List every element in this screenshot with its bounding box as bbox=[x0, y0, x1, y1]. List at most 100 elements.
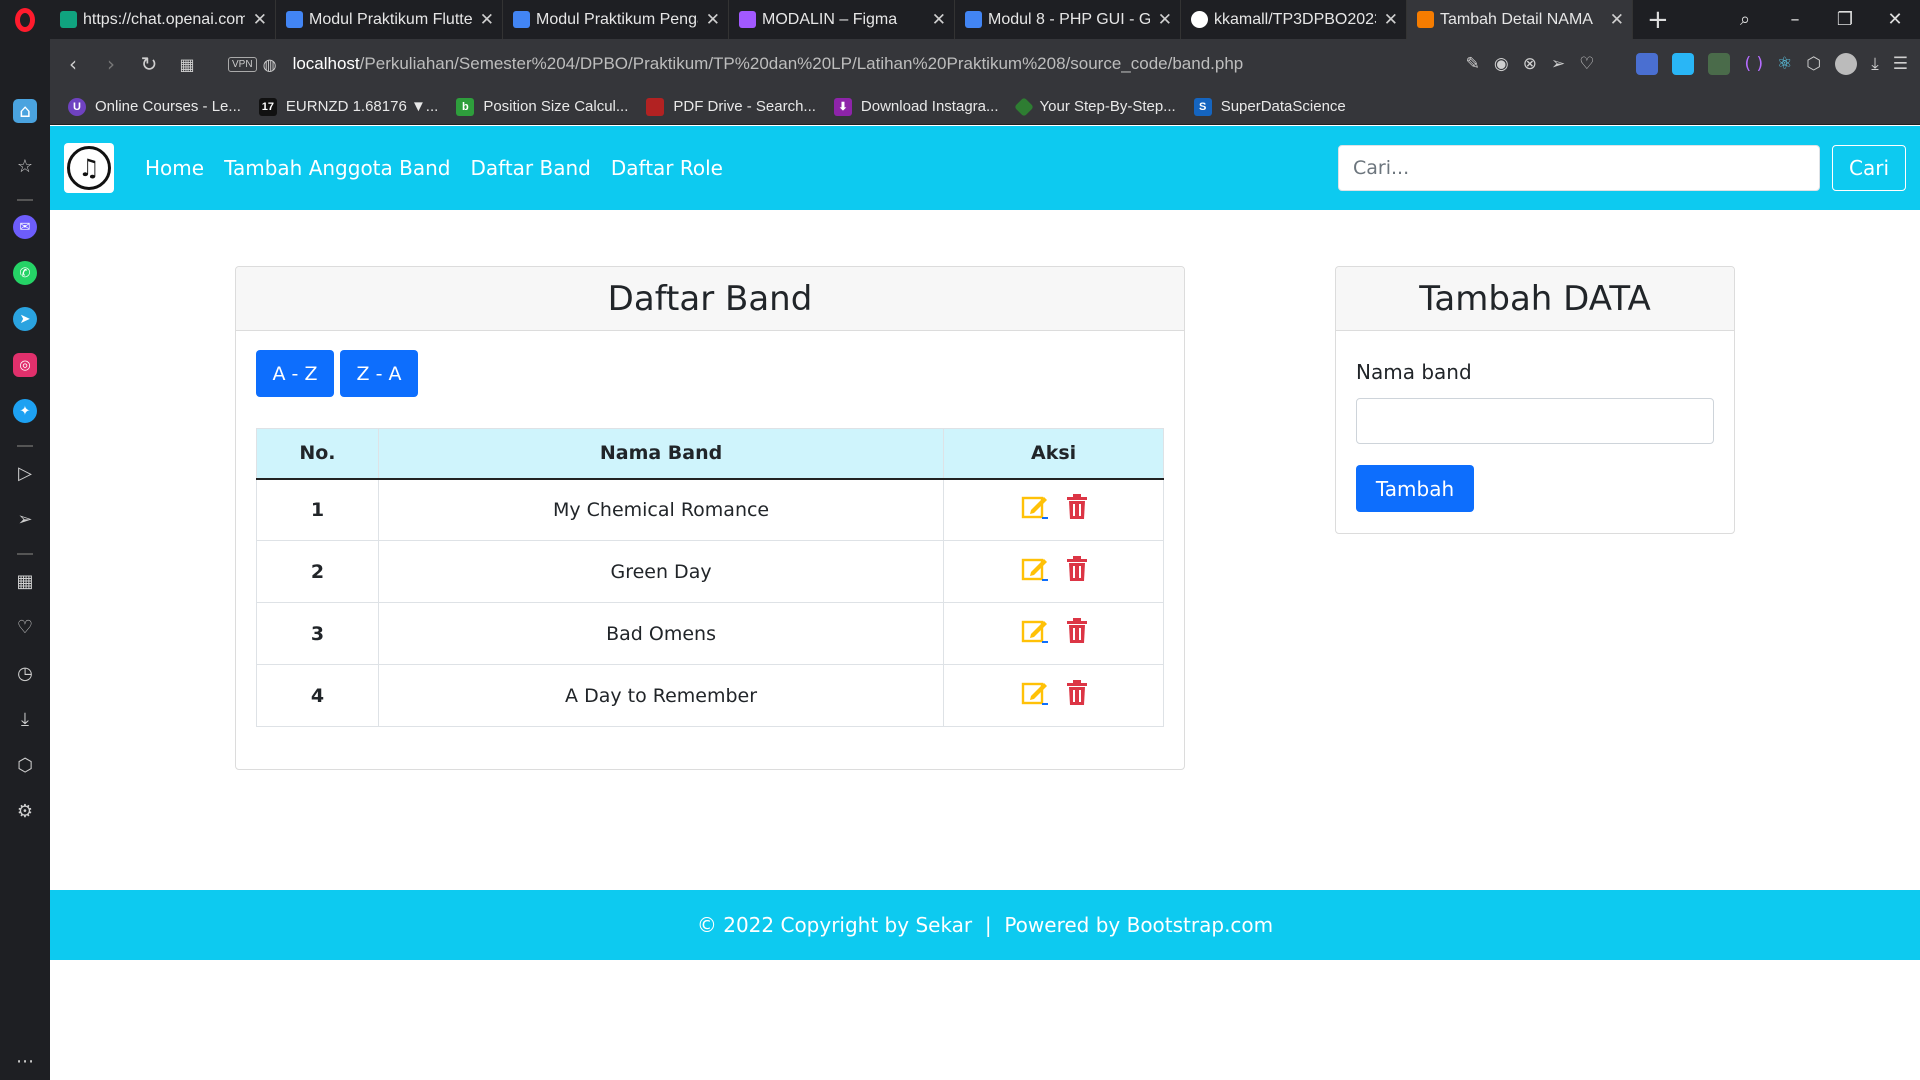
history-icon[interactable]: ◷ bbox=[13, 661, 37, 685]
nav-link-daftar-role[interactable]: Daftar Role bbox=[611, 156, 723, 180]
workspaces-icon[interactable]: ▦ bbox=[13, 569, 37, 593]
browser-tab[interactable]: MODALIN – Figma ✕ bbox=[729, 0, 955, 39]
new-tab-icon[interactable]: + bbox=[1647, 5, 1669, 35]
edit-page-icon[interactable]: ✎ bbox=[1466, 54, 1480, 74]
downloads-icon[interactable]: ⤓ bbox=[13, 707, 37, 731]
telegram-icon[interactable]: ➤ bbox=[13, 307, 37, 331]
close-tab-icon[interactable]: ✕ bbox=[1158, 10, 1172, 30]
bookmark-item[interactable]: S SuperDataScience bbox=[1193, 97, 1346, 116]
speed-dial-icon[interactable]: ☆ bbox=[13, 154, 37, 178]
close-tab-icon[interactable]: ✕ bbox=[706, 10, 720, 30]
reload-icon[interactable]: ↻ bbox=[130, 52, 168, 76]
profile-avatar[interactable] bbox=[1835, 53, 1858, 75]
bookmark-item[interactable]: ⬇ Download Instagra... bbox=[833, 97, 999, 116]
minimize-icon[interactable]: – bbox=[1770, 9, 1820, 30]
nav-links: Home Tambah Anggota Band Daftar Band Daf… bbox=[145, 126, 723, 210]
restore-icon[interactable]: ❐ bbox=[1820, 9, 1870, 30]
url-field[interactable]: localhost/Perkuliahan/Semester%204/DPBO/… bbox=[293, 54, 1244, 74]
address-bar: ‹ › ↻ ▦ VPN ◍ localhost/Perkuliahan/Seme… bbox=[50, 39, 1920, 89]
browser-tab[interactable]: Modul Praktikum Penga ✕ bbox=[503, 0, 729, 39]
band-name: Green Day bbox=[377, 540, 945, 603]
column-header-no: No. bbox=[256, 428, 379, 480]
translate-extension-icon[interactable] bbox=[1636, 53, 1659, 75]
favorite-icon[interactable]: ♡ bbox=[1579, 54, 1594, 74]
brackets-extension-icon[interactable]: ( ) bbox=[1744, 54, 1763, 74]
close-tab-icon[interactable]: ✕ bbox=[1610, 10, 1624, 30]
edit-icon[interactable] bbox=[1020, 493, 1050, 526]
browser-tab[interactable]: Modul Praktikum Flutter ✕ bbox=[276, 0, 503, 39]
sort-az-button[interactable]: A - Z bbox=[256, 350, 334, 397]
edit-icon[interactable] bbox=[1020, 555, 1050, 588]
image-extension-icon[interactable] bbox=[1708, 53, 1731, 75]
bookmark-item[interactable]: b Position Size Calcul... bbox=[456, 97, 628, 116]
trash-icon[interactable] bbox=[1066, 556, 1088, 587]
globe-icon: ◍ bbox=[262, 54, 277, 74]
sidebar-divider bbox=[17, 445, 33, 447]
player-icon[interactable]: ▷ bbox=[13, 461, 37, 485]
close-window-icon[interactable]: ✕ bbox=[1870, 9, 1920, 30]
edit-icon[interactable] bbox=[1020, 679, 1050, 712]
snapshot-icon[interactable]: ◉ bbox=[1494, 54, 1509, 74]
twitter-icon[interactable]: ✦ bbox=[13, 399, 37, 423]
browser-tab-bar: https://chat.openai.com ✕ Modul Praktiku… bbox=[0, 0, 1920, 39]
cube-extension-icon[interactable]: ⬡ bbox=[1806, 54, 1821, 74]
react-extension-icon[interactable]: ⚛ bbox=[1777, 54, 1792, 74]
tambah-button[interactable]: Tambah bbox=[1356, 465, 1474, 512]
browser-tab[interactable]: kkamall/TP3DPBO2023C ✕ bbox=[1181, 0, 1407, 39]
nav-link-daftar-band[interactable]: Daftar Band bbox=[470, 156, 590, 180]
bookmark-item[interactable]: Your Step-By-Step... bbox=[1013, 96, 1176, 117]
music-note-icon: ♫ bbox=[67, 146, 111, 190]
brand-logo[interactable]: ♫ bbox=[64, 143, 114, 193]
send-icon[interactable]: ➢ bbox=[1551, 54, 1565, 74]
vpn-badge[interactable]: VPN bbox=[228, 56, 257, 72]
adblock-icon[interactable]: ⊗ bbox=[1523, 54, 1537, 74]
tab-title: kkamall/TP3DPBO2023C bbox=[1214, 10, 1376, 28]
nav-link-tambah-anggota-band[interactable]: Tambah Anggota Band bbox=[224, 156, 450, 180]
figma-favicon-icon bbox=[739, 11, 756, 28]
bookmark-item[interactable]: U Online Courses - Le... bbox=[68, 97, 241, 116]
flow-icon[interactable]: ➢ bbox=[13, 507, 37, 531]
search-button[interactable]: Cari bbox=[1832, 145, 1906, 191]
close-tab-icon[interactable]: ✕ bbox=[480, 10, 494, 30]
pen-extension-icon[interactable] bbox=[1672, 53, 1695, 75]
download-instagram-icon: ⬇ bbox=[833, 97, 852, 116]
column-header-nama-band: Nama Band bbox=[377, 428, 945, 480]
home-icon[interactable]: ⌂ bbox=[13, 99, 37, 123]
extensions-icon[interactable]: ⬡ bbox=[13, 753, 37, 777]
bookmark-item[interactable]: 17 EURNZD 1.68176 ▼... bbox=[258, 97, 438, 116]
browser-tab[interactable]: https://chat.openai.com ✕ bbox=[50, 0, 276, 39]
download-icon[interactable]: ⤓ bbox=[1871, 54, 1879, 74]
edit-icon[interactable] bbox=[1020, 617, 1050, 650]
easy-setup-icon[interactable]: ☰ bbox=[1893, 54, 1908, 74]
row-number: 4 bbox=[256, 664, 379, 727]
tab-grid-icon[interactable]: ▦ bbox=[168, 55, 206, 74]
docs-favicon-icon bbox=[965, 11, 982, 28]
close-tab-icon[interactable]: ✕ bbox=[253, 10, 267, 30]
whatsapp-icon[interactable]: ✆ bbox=[13, 261, 37, 285]
close-tab-icon[interactable]: ✕ bbox=[1384, 10, 1398, 30]
opera-logo-icon[interactable] bbox=[0, 0, 50, 39]
instagram-icon[interactable]: ◎ bbox=[13, 353, 37, 377]
back-icon[interactable]: ‹ bbox=[54, 52, 92, 76]
bookmarks-bar: U Online Courses - Le... 17 EURNZD 1.68176… bbox=[50, 89, 1920, 125]
messenger-icon[interactable]: ✉ bbox=[13, 215, 37, 239]
settings-icon[interactable]: ⚙ bbox=[13, 799, 37, 823]
site-navbar: ♫ Home Tambah Anggota Band Daftar Band D… bbox=[50, 126, 1920, 210]
bookmarks-icon[interactable]: ♡ bbox=[13, 615, 37, 639]
browser-tab[interactable]: Modul 8 - PHP GUI - Go ✕ bbox=[955, 0, 1181, 39]
forward-icon[interactable]: › bbox=[92, 52, 130, 76]
nav-link-home[interactable]: Home bbox=[145, 156, 204, 180]
browser-tab-active[interactable]: Tambah Detail NAMA ✕ bbox=[1407, 0, 1633, 39]
trash-icon[interactable] bbox=[1066, 494, 1088, 525]
tab-title: Modul Praktikum Penga bbox=[536, 10, 698, 28]
url-path: /Perkuliahan/Semester%204/DPBO/Praktikum… bbox=[359, 54, 1244, 73]
close-tab-icon[interactable]: ✕ bbox=[932, 10, 946, 30]
more-options-icon[interactable]: ⋯ bbox=[13, 1049, 37, 1073]
trash-icon[interactable] bbox=[1066, 618, 1088, 649]
bookmark-item[interactable]: PDF Drive - Search... bbox=[646, 97, 816, 116]
band-name-input[interactable] bbox=[1356, 398, 1714, 444]
search-input[interactable] bbox=[1338, 145, 1820, 191]
trash-icon[interactable] bbox=[1066, 680, 1088, 711]
sort-za-button[interactable]: Z - A bbox=[340, 350, 418, 397]
search-tabs-icon[interactable]: ⌕ bbox=[1720, 9, 1770, 30]
